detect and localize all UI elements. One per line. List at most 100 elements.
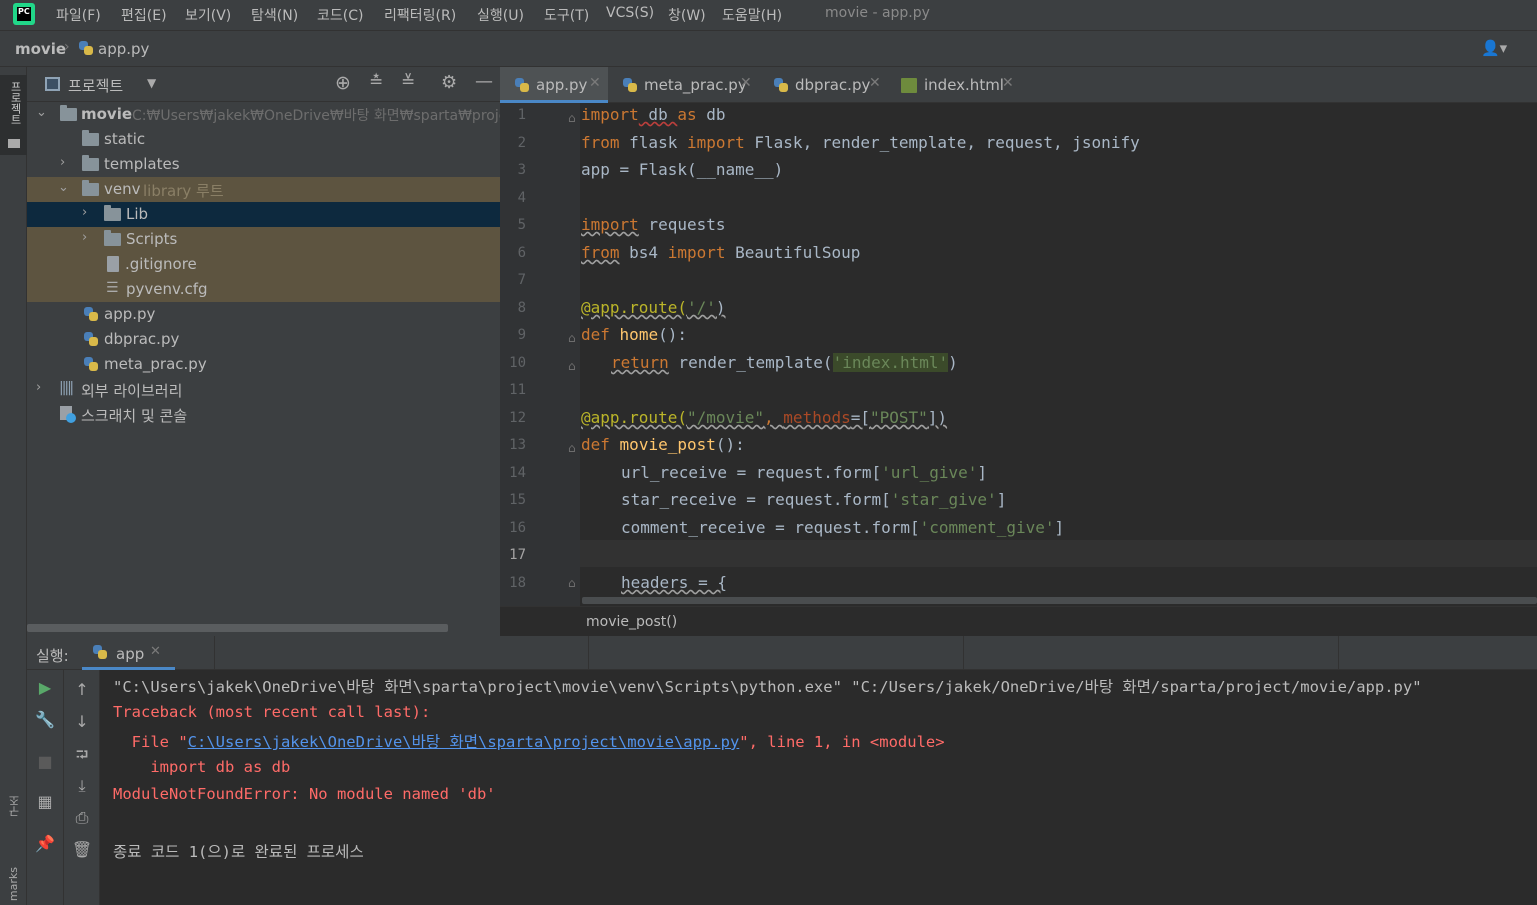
- tree-item-meta-prac-py[interactable]: meta_prac.py: [27, 352, 500, 377]
- python-file-icon: [83, 306, 99, 322]
- code-token: ():: [715, 435, 745, 454]
- tab-app-py[interactable]: app.py ✕: [500, 67, 608, 103]
- expand-all-icon[interactable]: ≛: [369, 72, 383, 92]
- close-icon[interactable]: ✕: [740, 75, 752, 91]
- tree-item-label: dbprac.py: [104, 330, 180, 348]
- menu-tools[interactable]: 도구(T): [544, 5, 589, 25]
- tab-index-html[interactable]: index.html ✕: [890, 67, 1020, 103]
- tree-item-gitignore[interactable]: .gitignore: [27, 252, 500, 277]
- user-account-icon[interactable]: 👤▾: [1481, 39, 1507, 57]
- breadcrumb-file[interactable]: app.py: [98, 40, 149, 58]
- console-file-line: File "C:\Users\jakek\OneDrive\바탕 화면\spar…: [113, 730, 945, 752]
- console-error: ModuleNotFoundError: No module named 'db…: [113, 785, 496, 803]
- code-line-9: def home():: [581, 325, 687, 344]
- menu-vcs[interactable]: VCS(S): [606, 5, 654, 21]
- console-command-line: "C:\Users\jakek\OneDrive\바탕 화면\sparta\pr…: [113, 678, 1422, 696]
- locate-file-icon[interactable]: ⊕: [335, 72, 351, 94]
- project-tool-button[interactable]: 프로젝트: [0, 75, 27, 155]
- chevron-down-icon[interactable]: ⌄: [58, 180, 69, 195]
- chevron-right-icon[interactable]: ›: [36, 380, 41, 395]
- divider: [588, 636, 589, 670]
- close-icon[interactable]: ✕: [589, 75, 601, 91]
- code-token: from: [581, 133, 620, 152]
- code-token: ]: [977, 463, 988, 482]
- close-icon[interactable]: ✕: [150, 644, 161, 659]
- run-tab-app[interactable]: app ✕: [82, 636, 175, 670]
- menu-code[interactable]: 코드(C): [317, 5, 363, 25]
- menu-window[interactable]: 창(W): [668, 5, 706, 25]
- menu-file[interactable]: 파일(F): [56, 5, 101, 25]
- breadcrumb-project[interactable]: movie: [15, 40, 66, 58]
- chevron-down-icon[interactable]: ⌄: [36, 105, 47, 120]
- code-line-14: url_receive = request.form['url_give']: [621, 463, 987, 482]
- tree-item-dbprac-py[interactable]: dbprac.py: [27, 327, 500, 352]
- python-file-icon: [78, 40, 94, 56]
- menu-help[interactable]: 도움말(H): [722, 5, 782, 25]
- project-panel-title[interactable]: 프로젝트: [68, 75, 123, 96]
- code-token: import: [667, 243, 726, 262]
- close-icon[interactable]: ✕: [869, 75, 881, 91]
- console-traceback: Traceback (most recent call last):: [113, 703, 431, 721]
- code-line-13: def movie_post():: [581, 435, 745, 454]
- code-token: ():: [658, 325, 687, 344]
- tree-item-label: pyvenv.cfg: [126, 280, 208, 298]
- code-token: import: [581, 105, 639, 124]
- tree-item-templates[interactable]: › templates: [27, 152, 500, 177]
- code-token: "POST": [870, 408, 928, 427]
- tree-item-label: 스크래치 및 콘솔: [81, 407, 188, 425]
- code-token: db: [638, 105, 678, 124]
- bookmarks-tool-label[interactable]: marks: [7, 867, 20, 901]
- tree-item-label: meta_prac.py: [104, 355, 207, 373]
- gear-icon[interactable]: ⚙: [441, 72, 457, 93]
- divider: [214, 636, 215, 670]
- editor-horizontal-scrollbar[interactable]: [582, 597, 1537, 604]
- tree-item-movie[interactable]: ⌄ movie C:₩Users₩jakek₩OneDrive₩바탕 화면₩sp…: [27, 102, 521, 127]
- tree-item-app-py[interactable]: app.py: [27, 302, 500, 327]
- hide-panel-icon[interactable]: —: [475, 71, 493, 92]
- close-icon[interactable]: ✕: [1002, 75, 1014, 91]
- tree-item-external-libraries[interactable]: › |||‖ 외부 라이브러리: [27, 377, 500, 402]
- folder-icon: [82, 180, 99, 196]
- code-area[interactable]: import db as db from flask import Flask,…: [500, 103, 1537, 606]
- menu-run[interactable]: 실행(U): [477, 5, 524, 25]
- menu-navigate[interactable]: 탐색(N): [251, 5, 298, 25]
- tree-item-hint: library 루트: [143, 182, 224, 200]
- code-token: movie_post: [619, 435, 716, 454]
- horizontal-scrollbar[interactable]: [27, 624, 448, 632]
- chevron-right-icon[interactable]: ›: [82, 230, 87, 245]
- tab-dbprac-py[interactable]: dbprac.py ✕: [760, 67, 889, 103]
- project-tool-label: 프로젝트: [9, 81, 22, 125]
- tab-meta-prac-py[interactable]: meta_prac.py ✕: [609, 67, 759, 103]
- chevron-right-icon[interactable]: ›: [60, 155, 65, 170]
- menu-refactor[interactable]: 리팩터링(R): [384, 5, 456, 25]
- tree-item-pyvenv-cfg[interactable]: ☰ pyvenv.cfg: [27, 277, 500, 302]
- tree-item-scratches[interactable]: 스크래치 및 콘솔: [27, 402, 500, 427]
- tree-item-static[interactable]: static: [27, 127, 500, 152]
- code-line-12: @app.route("/movie", methods=["POST"]): [581, 408, 947, 427]
- console-output[interactable]: "C:\Users\jakek\OneDrive\바탕 화면\sparta\pr…: [27, 670, 1537, 905]
- menu-view[interactable]: 보기(V): [185, 5, 231, 25]
- tree-item-scripts[interactable]: › Scripts: [27, 227, 500, 252]
- console-file-link[interactable]: C:\Users\jakek\OneDrive\바탕 화면\sparta\pro…: [188, 733, 740, 751]
- chevron-right-icon[interactable]: ›: [82, 205, 87, 220]
- python-file-icon: [514, 77, 530, 93]
- tree-item-venv[interactable]: ⌄ venv library 루트: [27, 177, 500, 202]
- breadcrumb-separator-icon: ›: [64, 39, 70, 55]
- code-token: url_receive = request.form[: [621, 463, 882, 482]
- code-token: def: [581, 435, 610, 454]
- divider: [963, 636, 964, 670]
- structure-tool-label[interactable]: 구조: [7, 795, 23, 817]
- editor-breadcrumb[interactable]: movie_post(): [586, 614, 677, 630]
- menu-edit[interactable]: 편집(E): [121, 5, 167, 25]
- code-token: ,: [764, 408, 784, 427]
- tree-item-lib[interactable]: › Lib: [27, 202, 500, 227]
- code-line-5: import requests: [581, 215, 726, 234]
- tab-label: meta_prac.py: [644, 76, 747, 94]
- tree-item-label: templates: [104, 155, 180, 173]
- code-token: bs4: [619, 243, 668, 262]
- code-token: ): [715, 298, 726, 317]
- code-token: ): [948, 353, 958, 372]
- chevron-down-icon[interactable]: ▼: [147, 76, 156, 90]
- collapse-all-icon[interactable]: ≚: [401, 72, 415, 92]
